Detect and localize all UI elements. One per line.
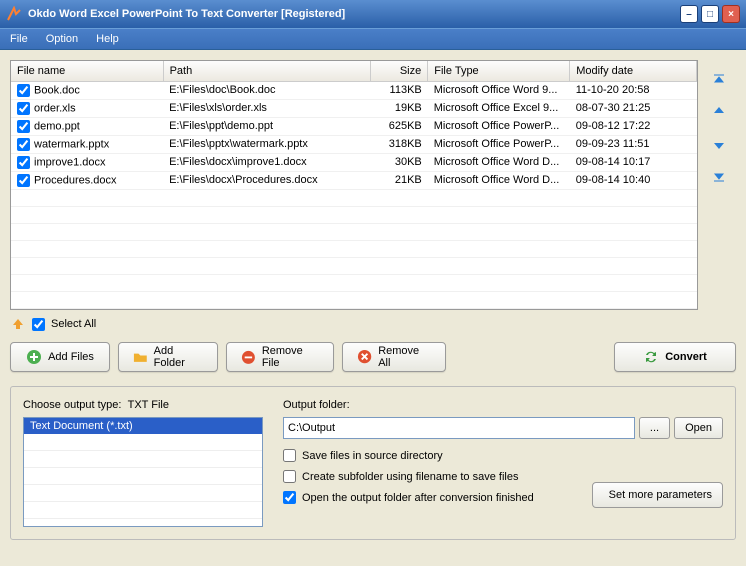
col-modifydate[interactable]: Modify date (570, 61, 697, 81)
row-checkbox[interactable] (17, 120, 30, 133)
maximize-button[interactable]: □ (701, 5, 719, 23)
table-row[interactable]: order.xlsE:\Files\xls\order.xls19KBMicro… (11, 99, 697, 117)
open-after-label: Open the output folder after conversion … (302, 492, 534, 504)
row-checkbox[interactable] (17, 102, 30, 115)
col-path[interactable]: Path (163, 61, 371, 81)
open-button[interactable]: Open (674, 417, 723, 439)
select-all-label: Select All (51, 318, 96, 330)
browse-button[interactable]: ... (639, 417, 670, 439)
menu-option[interactable]: Option (46, 33, 78, 45)
up-folder-icon[interactable] (10, 316, 26, 332)
save-in-source-checkbox[interactable] (283, 449, 296, 462)
add-icon (26, 349, 42, 365)
menu-file[interactable]: File (10, 33, 28, 45)
open-after-checkbox[interactable] (283, 491, 296, 504)
menubar: File Option Help (0, 28, 746, 50)
move-bottom-button[interactable] (709, 166, 729, 186)
create-subfolder-label: Create subfolder using filename to save … (302, 471, 518, 483)
output-folder-label: Output folder: (283, 399, 723, 411)
move-up-button[interactable] (709, 102, 729, 122)
convert-icon (643, 349, 659, 365)
output-type-list[interactable]: Text Document (*.txt) (23, 417, 263, 527)
add-folder-button[interactable]: Add Folder (118, 342, 218, 372)
window-title: Okdo Word Excel PowerPoint To Text Conve… (28, 8, 680, 20)
app-logo-icon (6, 6, 22, 22)
convert-button[interactable]: Convert (614, 342, 736, 372)
row-checkbox[interactable] (17, 156, 30, 169)
row-checkbox[interactable] (17, 138, 30, 151)
row-checkbox[interactable] (17, 84, 30, 97)
remove-all-button[interactable]: Remove All (342, 342, 446, 372)
menu-help[interactable]: Help (96, 33, 119, 45)
titlebar[interactable]: Okdo Word Excel PowerPoint To Text Conve… (0, 0, 746, 28)
select-all-checkbox[interactable] (32, 318, 45, 331)
col-filetype[interactable]: File Type (428, 61, 570, 81)
table-row[interactable]: improve1.docxE:\Files\docx\improve1.docx… (11, 153, 697, 171)
table-row[interactable]: Procedures.docxE:\Files\docx\Procedures.… (11, 171, 697, 189)
col-filename[interactable]: File name (11, 61, 163, 81)
close-button[interactable]: × (722, 5, 740, 23)
table-row[interactable]: watermark.pptxE:\Files\pptx\watermark.pp… (11, 135, 697, 153)
col-size[interactable]: Size (371, 61, 428, 81)
move-down-button[interactable] (709, 134, 729, 154)
remove-all-icon (357, 349, 372, 365)
output-folder-input[interactable] (283, 417, 635, 439)
folder-icon (133, 349, 148, 365)
remove-file-button[interactable]: Remove File (226, 342, 334, 372)
file-table[interactable]: File name Path Size File Type Modify dat… (10, 60, 698, 310)
move-top-button[interactable] (709, 70, 729, 90)
create-subfolder-checkbox[interactable] (283, 470, 296, 483)
set-more-parameters-button[interactable]: Set more parameters (592, 482, 723, 508)
output-type-item[interactable]: Text Document (*.txt) (24, 418, 262, 434)
save-in-source-label: Save files in source directory (302, 450, 443, 462)
table-row[interactable]: demo.pptE:\Files\ppt\demo.ppt625KBMicros… (11, 117, 697, 135)
remove-icon (241, 349, 256, 365)
reorder-buttons (709, 70, 729, 186)
output-panel: Choose output type: TXT File Text Docume… (10, 386, 736, 540)
add-files-button[interactable]: Add Files (10, 342, 110, 372)
minimize-button[interactable]: – (680, 5, 698, 23)
row-checkbox[interactable] (17, 174, 30, 187)
choose-output-type-label: Choose output type: TXT File (23, 399, 263, 411)
table-row[interactable]: Book.docE:\Files\doc\Book.doc113KBMicros… (11, 81, 697, 99)
